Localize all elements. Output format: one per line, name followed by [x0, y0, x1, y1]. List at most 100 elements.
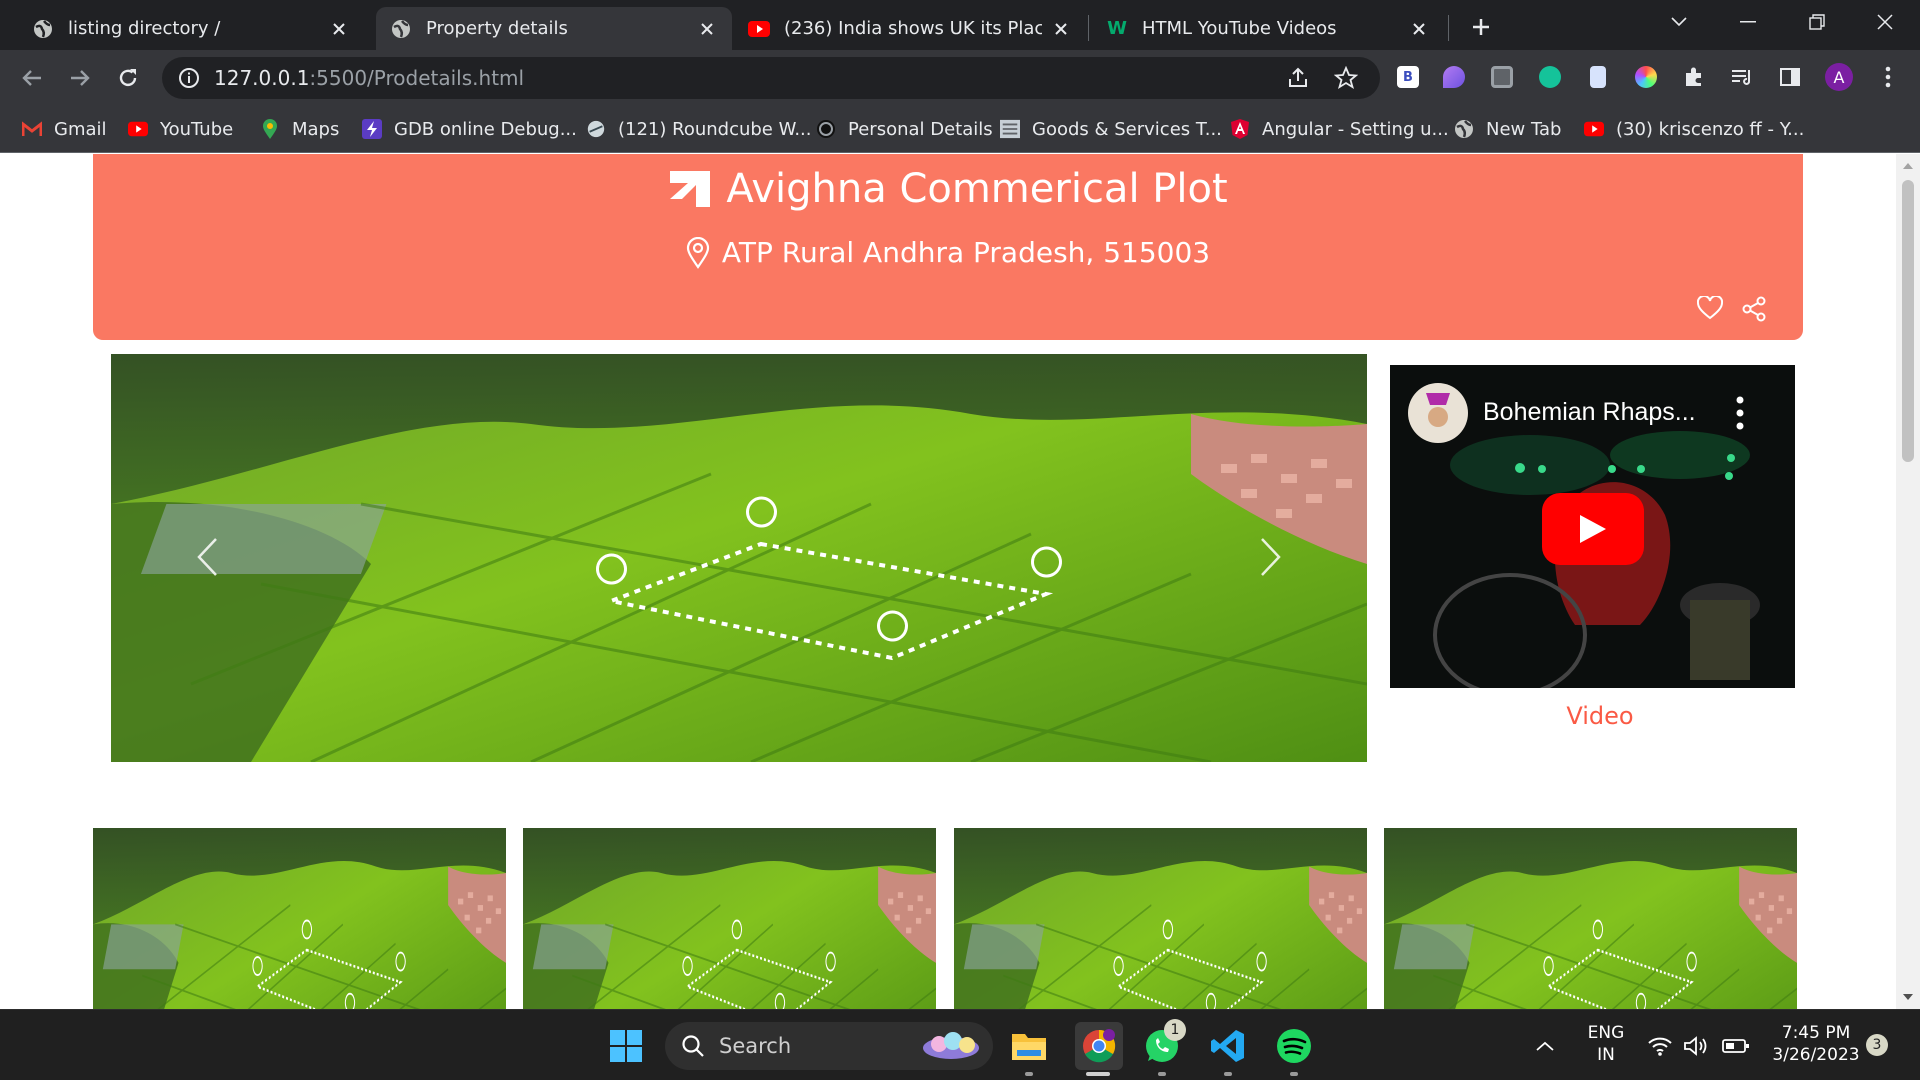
- video-title: Bohemian Rhaps...: [1483, 398, 1696, 426]
- page-viewport: Avighna Commerical Plot ATP Rural Andhra…: [0, 154, 1920, 1009]
- notification-badge[interactable]: 3: [1866, 1034, 1888, 1056]
- globe-icon: [32, 18, 54, 40]
- windows-start-icon[interactable]: [606, 1026, 646, 1066]
- bookmark-new-tab[interactable]: New Tab: [1454, 115, 1561, 143]
- bookmark-personal-details[interactable]: Personal Details: [816, 115, 993, 143]
- search-highlight-icon: [921, 1032, 981, 1064]
- new-tab-button[interactable]: [1466, 12, 1496, 42]
- gallery-thumbnail[interactable]: [93, 828, 506, 1009]
- bookmark-maps[interactable]: Maps: [260, 115, 339, 143]
- back-button[interactable]: [14, 60, 50, 96]
- windows-taskbar: Search 1 ENG IN 7:45 PM 3/26/2023 3: [0, 1009, 1920, 1080]
- bookmark-kriscenzo[interactable]: (30) kriscenzo ff - Y...: [1584, 115, 1804, 143]
- tab-search-icon[interactable]: [1644, 0, 1714, 44]
- wifi-icon[interactable]: [1646, 1026, 1674, 1066]
- close-tab-icon[interactable]: [696, 18, 718, 40]
- profile-avatar[interactable]: A: [1824, 62, 1854, 92]
- extensions-puzzle-icon[interactable]: [1680, 63, 1708, 91]
- extension-b-icon[interactable]: B: [1394, 63, 1422, 91]
- tab-youtube-india[interactable]: (236) India shows UK its Place | S: [734, 7, 1086, 50]
- battery-icon[interactable]: [1720, 1026, 1752, 1066]
- menu-kebab-icon[interactable]: [1874, 63, 1902, 91]
- spotify-icon[interactable]: [1274, 1026, 1314, 1066]
- minimize-icon[interactable]: [1713, 0, 1783, 44]
- gallery-thumbnail[interactable]: [954, 828, 1367, 1009]
- side-panel-icon[interactable]: [1776, 63, 1804, 91]
- bolt-icon: [362, 119, 382, 139]
- close-tab-icon[interactable]: [1408, 18, 1430, 40]
- bookmark-label: New Tab: [1486, 118, 1562, 140]
- tab-property-details[interactable]: Property details: [376, 7, 732, 50]
- brand-logo-icon: [668, 169, 712, 209]
- youtube-video-embed[interactable]: Bohemian Rhaps...: [1390, 365, 1795, 688]
- gallery-thumbnail[interactable]: [523, 828, 936, 1009]
- extension-table-icon[interactable]: [1488, 63, 1516, 91]
- taskbar-search[interactable]: Search: [665, 1022, 993, 1070]
- close-window-icon[interactable]: [1850, 0, 1920, 44]
- site-info-icon[interactable]: [178, 67, 200, 93]
- url-host: 127.0.0.1: [214, 66, 310, 90]
- language-indicator[interactable]: ENG IN: [1578, 1022, 1634, 1066]
- address-bar[interactable]: 127.0.0.1:5500/Prodetails.html: [162, 57, 1380, 99]
- language-code: ENG: [1587, 1023, 1625, 1043]
- chrome-taskbar-icon[interactable]: [1075, 1022, 1123, 1070]
- url-path: :5500/Prodetails.html: [309, 66, 525, 90]
- volume-icon[interactable]: [1682, 1026, 1710, 1066]
- search-label: Search: [719, 1034, 792, 1058]
- property-image-carousel[interactable]: [111, 354, 1367, 762]
- vscode-icon[interactable]: [1208, 1026, 1248, 1066]
- youtube-icon: [128, 119, 148, 139]
- location-pin-icon: [686, 236, 710, 269]
- scroll-down-icon[interactable]: [1902, 991, 1914, 1003]
- tab-html-youtube[interactable]: W HTML YouTube Videos: [1092, 7, 1444, 50]
- color-picker-icon[interactable]: [1632, 63, 1660, 91]
- bookmark-gst[interactable]: Goods & Services T...: [1000, 115, 1222, 143]
- tab-title: (236) India shows UK its Place | S: [784, 18, 1042, 39]
- bookmark-label: YouTube: [160, 118, 234, 140]
- youtube-icon: [1584, 119, 1604, 139]
- angular-icon: [1230, 119, 1250, 139]
- bookmark-roundcube[interactable]: (121) Roundcube W...: [586, 115, 812, 143]
- share-icon[interactable]: [1286, 66, 1310, 94]
- clock-time: 7:45 PM: [1781, 1023, 1851, 1043]
- globe-icon: [1454, 119, 1474, 139]
- forward-button[interactable]: [62, 60, 98, 96]
- close-tab-icon[interactable]: [1050, 18, 1072, 40]
- carousel-next-icon[interactable]: [1251, 532, 1291, 582]
- clock[interactable]: 7:45 PM 3/26/2023: [1768, 1022, 1864, 1066]
- play-button-icon[interactable]: [1542, 493, 1644, 565]
- file-explorer-icon[interactable]: [1009, 1026, 1049, 1066]
- globe-icon: [390, 18, 412, 40]
- extension-purple-icon[interactable]: [1440, 63, 1468, 91]
- tray-overflow-icon[interactable]: [1530, 1026, 1560, 1066]
- tab-listing-directory[interactable]: listing directory /: [18, 7, 364, 50]
- page-scrollbar[interactable]: [1896, 154, 1920, 1009]
- property-title: Avighna Commerical Plot: [726, 166, 1228, 212]
- gallery-thumbnail[interactable]: [1384, 828, 1797, 1009]
- reload-button[interactable]: [110, 60, 146, 96]
- share-nodes-icon[interactable]: [1741, 296, 1767, 326]
- grammarly-icon[interactable]: [1536, 63, 1564, 91]
- scrollbar-thumb[interactable]: [1902, 180, 1914, 462]
- bookmark-youtube[interactable]: YouTube: [128, 115, 233, 143]
- video-label: Video: [1566, 702, 1634, 730]
- scroll-up-icon[interactable]: [1902, 160, 1914, 172]
- property-header-card: Avighna Commerical Plot ATP Rural Andhra…: [93, 154, 1803, 340]
- carousel-prev-icon[interactable]: [187, 532, 227, 582]
- whatsapp-badge: 1: [1164, 1019, 1186, 1041]
- restore-icon[interactable]: [1782, 0, 1852, 44]
- bookmark-star-icon[interactable]: [1333, 65, 1359, 94]
- favorite-heart-icon[interactable]: [1696, 294, 1724, 326]
- bookmark-gmail[interactable]: Gmail: [22, 115, 107, 143]
- aerial-plot-image: [111, 354, 1367, 762]
- reading-list-icon[interactable]: [1728, 63, 1756, 91]
- extension-doc-icon[interactable]: [1584, 63, 1612, 91]
- bookmark-label: Maps: [292, 118, 340, 140]
- bookmark-angular[interactable]: Angular - Setting u...: [1230, 115, 1449, 143]
- bookmark-gdb[interactable]: GDB online Debug...: [362, 115, 577, 143]
- tab-title: HTML YouTube Videos: [1142, 18, 1337, 39]
- bookmark-label: Goods & Services T...: [1032, 118, 1222, 140]
- tab-title: Property details: [426, 18, 568, 39]
- close-tab-icon[interactable]: [328, 18, 350, 40]
- url-text: 127.0.0.1:5500/Prodetails.html: [214, 66, 524, 90]
